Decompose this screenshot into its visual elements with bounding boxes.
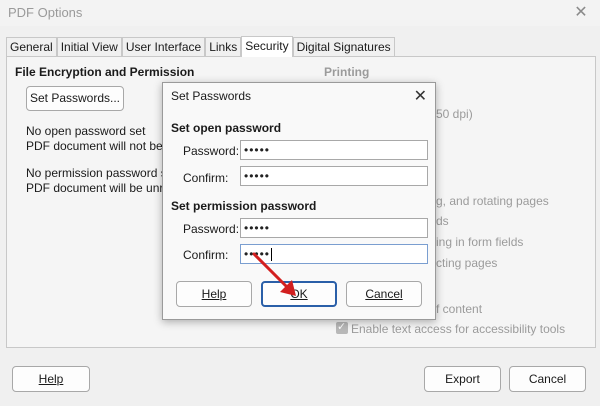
dialog-help-label: Help — [201, 287, 227, 301]
export-label: Export — [445, 372, 480, 386]
permission-restriction-status: PDF document will be unres — [26, 181, 177, 195]
set-passwords-label: Set Passwords... — [29, 91, 121, 105]
set-passwords-button[interactable]: Set Passwords... — [26, 86, 124, 111]
dialog-title: Set Passwords — [171, 89, 252, 103]
help-button[interactable]: Help — [12, 366, 90, 392]
window-close-icon[interactable]: ✕ — [570, 2, 592, 24]
export-button[interactable]: Export — [424, 366, 501, 392]
accessibility-label: Enable text access for accessibility too… — [351, 322, 566, 336]
open-confirm-label: Confirm: — [183, 171, 229, 185]
permission-password-status: No permission password set — [26, 166, 177, 180]
dialog-cancel-label: Cancel — [365, 287, 403, 301]
tab-user-interface[interactable]: User Interface — [121, 37, 206, 56]
dialog-close-icon[interactable]: ✕ — [414, 86, 427, 106]
tab-digital-signatures[interactable]: Digital Signatures — [292, 37, 395, 56]
open-password-input[interactable]: ••••• — [240, 140, 428, 160]
dialog-help-button[interactable]: Help — [176, 281, 252, 307]
cancel-button[interactable]: Cancel — [509, 366, 586, 392]
open-confirm-input[interactable]: ••••• — [240, 166, 428, 186]
changes-extract-text: cting pages — [436, 256, 498, 270]
annotation-arrow-icon — [252, 252, 296, 296]
printing-dpi-text: 50 dpi) — [436, 107, 473, 121]
changes-ds-text: ds — [436, 214, 449, 228]
open-encryption-status: PDF document will not be e — [26, 139, 173, 153]
encryption-section-title: File Encryption and Permission — [15, 65, 195, 79]
open-password-section-title: Set open password — [171, 121, 282, 135]
tab-security[interactable]: Security — [241, 36, 293, 57]
changes-rotating-text: g, and rotating pages — [436, 194, 549, 208]
dialog-cancel-button[interactable]: Cancel — [346, 281, 422, 307]
permission-password-input[interactable]: ••••• — [240, 218, 428, 238]
copy-content-text: f content — [436, 302, 483, 316]
accessibility-checkbox[interactable] — [336, 320, 348, 334]
permission-password-section-title: Set permission password — [171, 199, 317, 213]
tab-initial-view[interactable]: Initial View — [56, 37, 122, 56]
tab-links[interactable]: Links — [205, 37, 242, 56]
open-password-label: Password: — [183, 144, 240, 158]
permission-confirm-label: Confirm: — [183, 248, 229, 262]
permission-password-label: Password: — [183, 222, 240, 236]
cancel-label: Cancel — [528, 372, 567, 386]
printing-section-title: Printing — [324, 65, 370, 79]
open-password-status: No open password set — [26, 124, 146, 138]
window-title: PDF Options — [8, 5, 83, 20]
help-label: Help — [38, 372, 64, 386]
title-bar: PDF Options ✕ — [0, 0, 600, 26]
tab-bar: General Initial View User Interface Link… — [6, 36, 395, 57]
changes-form-text: ing in form fields — [436, 235, 524, 249]
tab-general[interactable]: General — [6, 37, 57, 56]
